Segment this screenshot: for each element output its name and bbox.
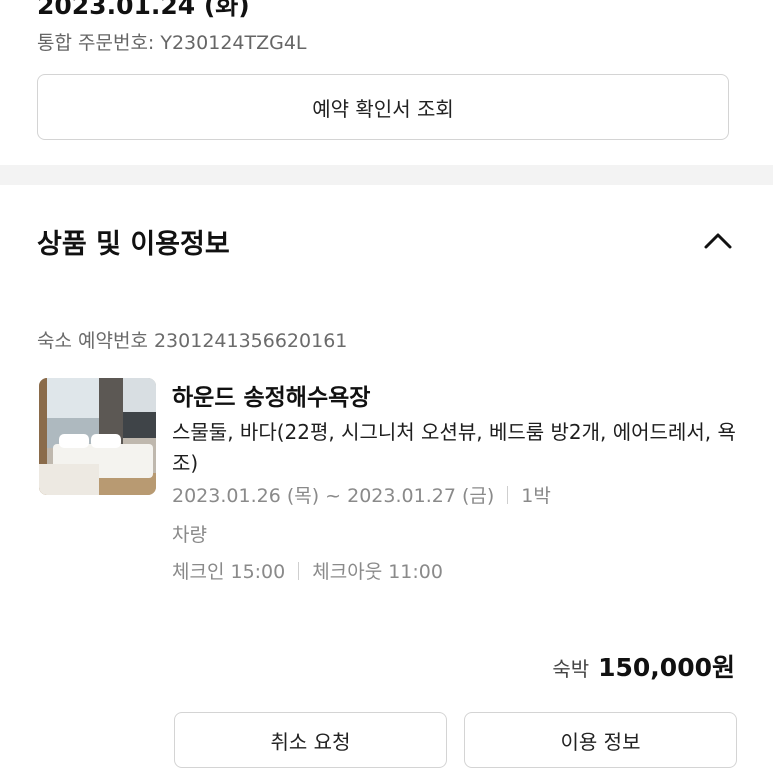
parking-info: 차량 bbox=[172, 524, 207, 546]
checkin-time: 체크인 15:00 bbox=[172, 561, 286, 583]
chevron-up-icon[interactable] bbox=[702, 229, 734, 251]
cancel-request-button[interactable]: 취소 요청 bbox=[174, 712, 447, 768]
order-date: 2023.01.24 (화) bbox=[37, 0, 250, 20]
price-value: 150,000원 bbox=[598, 653, 735, 682]
checkin-checkout-row: 체크인 15:00 체크아웃 11:00 bbox=[172, 557, 443, 584]
view-confirmation-button[interactable]: 예약 확인서 조회 bbox=[37, 74, 729, 140]
separator bbox=[507, 485, 509, 504]
checkout-time: 체크아웃 11:00 bbox=[312, 561, 443, 583]
usage-info-label: 이용 정보 bbox=[560, 730, 641, 754]
room-description: 스물둘, 바다(22평, 시그니처 오션뷰, 베드룸 방2개, 에어드레서, 욕… bbox=[172, 420, 736, 475]
section-divider bbox=[0, 165, 773, 185]
usage-info-button[interactable]: 이용 정보 bbox=[464, 712, 737, 768]
price-label: 숙박 bbox=[552, 657, 590, 681]
reservation-number: 숙소 예약번호 2301241356620161 bbox=[37, 330, 348, 352]
stay-dates: 2023.01.26 (목) ~ 2023.01.27 (금) bbox=[172, 485, 495, 507]
order-number: 통합 주문번호: Y230124TZG4L bbox=[37, 32, 307, 54]
price-row: 숙박 150,000원 bbox=[552, 648, 735, 684]
product-name[interactable]: 하운드 송정해수욕장 bbox=[172, 378, 370, 412]
room-thumbnail[interactable] bbox=[39, 378, 156, 495]
separator bbox=[298, 561, 300, 580]
view-confirmation-label: 예약 확인서 조회 bbox=[312, 96, 454, 121]
cancel-request-label: 취소 요청 bbox=[270, 730, 351, 754]
section-title: 상품 및 이용정보 bbox=[37, 229, 230, 260]
nights: 1박 bbox=[521, 485, 551, 507]
stay-dates-row: 2023.01.26 (목) ~ 2023.01.27 (금) 1박 bbox=[172, 481, 551, 508]
